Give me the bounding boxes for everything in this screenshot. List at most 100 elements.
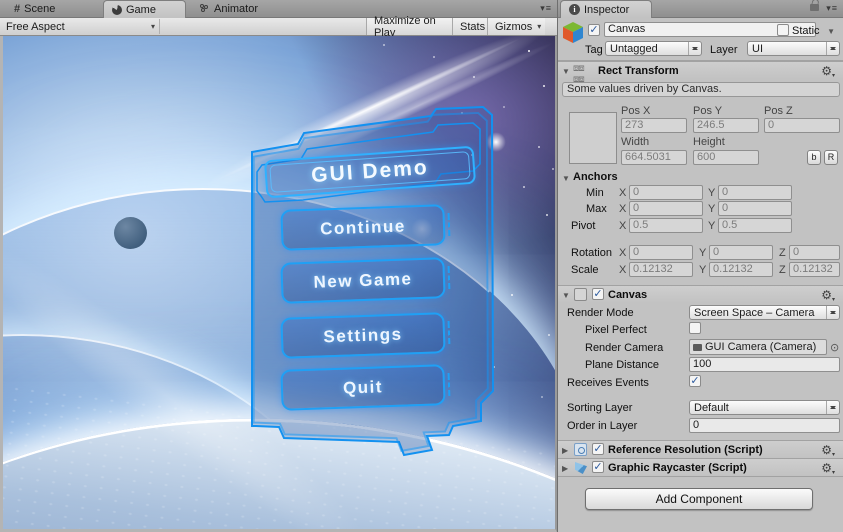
scale-z-field[interactable]: 0.12132 [789, 262, 840, 277]
max-label: Max [586, 203, 607, 215]
plane-distance-label: Plane Distance [585, 359, 659, 371]
active-checkbox[interactable] [588, 24, 600, 36]
gizmos-dropdown[interactable]: Gizmos ▾ [487, 18, 545, 35]
pos-z-label: Pos Z [764, 105, 793, 117]
add-component-button[interactable]: Add Component [585, 488, 813, 510]
width-field[interactable]: 664.5031 [621, 150, 687, 165]
menu-frame [251, 105, 495, 457]
pixel-perfect-label: Pixel Perfect [585, 324, 647, 336]
blueprint-mode-button[interactable]: b [807, 150, 821, 165]
gear-icon[interactable]: ⚙ [821, 64, 835, 79]
pos-x-label: Pos X [621, 105, 651, 117]
lock-icon[interactable] [810, 4, 819, 11]
render-mode-dropdown[interactable]: Screen Space – Camera [689, 305, 840, 320]
width-label: Width [621, 136, 650, 148]
foldout-collapsed-icon[interactable]: ▶ [562, 446, 568, 455]
tab-inspector[interactable]: i Inspector [560, 0, 652, 18]
anchor-max-x-field[interactable]: 0 [629, 201, 703, 216]
reference-resolution-header[interactable]: ▶ Reference Resolution (Script) ⚙ [558, 440, 843, 458]
layer-label: Layer [710, 44, 738, 56]
rotation-y-field[interactable]: 0 [709, 245, 773, 260]
pivot-x-field[interactable]: 0.5 [629, 218, 703, 233]
tab-animator[interactable]: Animator [192, 0, 266, 18]
foldout-icon[interactable]: ▼ [562, 291, 570, 300]
scale-y-field[interactable]: 0.12132 [709, 262, 773, 277]
anchor-max-y-field[interactable]: 0 [718, 201, 792, 216]
pos-x-field[interactable]: 273 [621, 118, 687, 133]
gear-icon[interactable]: ⚙ [821, 461, 835, 476]
canvas-component-header[interactable]: ▼ Canvas ⚙ [558, 285, 843, 303]
object-picker-icon[interactable]: ⊙ [830, 341, 839, 354]
gear-icon[interactable]: ⚙ [821, 288, 835, 303]
dropdown-arrows-icon [826, 42, 839, 55]
pos-y-field[interactable]: 246.5 [693, 118, 759, 133]
rotation-x-field[interactable]: 0 [629, 245, 693, 260]
pixel-perfect-checkbox[interactable] [689, 322, 701, 334]
pane-menu-icon[interactable]: ▾≡ [826, 3, 838, 14]
stats-button[interactable]: Stats [452, 18, 487, 35]
tag-dropdown[interactable]: Untagged [605, 41, 702, 56]
axis-y-label: Y [708, 220, 716, 232]
raw-mode-button[interactable]: R [824, 150, 838, 165]
receives-events-checkbox[interactable] [689, 375, 701, 387]
game-pane: # Scene Game Animator ▾≡ Free Aspect ▾ M… [0, 0, 557, 532]
sorting-layer-dropdown[interactable]: Default [689, 400, 840, 415]
rect-transform-title: Rect Transform [598, 65, 679, 77]
new-game-button[interactable]: New Game [280, 257, 446, 304]
dropdown-arrows-icon [826, 306, 839, 319]
axis-x-label: X [619, 247, 627, 259]
maximize-on-play-button[interactable]: Maximize on Play [366, 15, 452, 39]
anchors-label: Anchors [573, 171, 618, 183]
static-checkbox[interactable] [777, 24, 789, 36]
axis-y-label: Y [708, 187, 716, 199]
plane-distance-field[interactable]: 100 [689, 357, 840, 372]
continue-button[interactable]: Continue [280, 204, 446, 251]
canvas-driven-warning: Some values driven by Canvas. [562, 82, 840, 97]
axis-y-label: Y [699, 247, 707, 259]
canvas-enabled-checkbox[interactable] [592, 288, 604, 300]
graphic-raycaster-header[interactable]: ▶ Graphic Raycaster (Script) ⚙ [558, 458, 843, 476]
rotation-z-field[interactable]: 0 [789, 245, 840, 260]
gameobject-cube-icon[interactable] [562, 21, 584, 44]
order-in-layer-field[interactable]: 0 [689, 418, 840, 433]
graphic-raycaster-checkbox[interactable] [592, 461, 604, 473]
rect-transform-header[interactable]: ▼ ⧈⧈ ⧈⧈ Rect Transform ⚙ [558, 61, 843, 85]
anchors-foldout-icon[interactable]: ▼ [562, 174, 570, 183]
aspect-dropdown[interactable]: Free Aspect ▾ [2, 19, 160, 34]
canvas-component-icon [574, 288, 587, 301]
layer-dropdown[interactable]: UI [747, 41, 840, 56]
animator-icon [200, 4, 210, 14]
foldout-collapsed-icon[interactable]: ▶ [562, 464, 568, 473]
pivot-y-field[interactable]: 0.5 [718, 218, 792, 233]
axis-x-label: X [619, 187, 627, 199]
game-icon [112, 4, 122, 15]
pos-y-label: Pos Y [693, 105, 723, 117]
quit-button[interactable]: Quit [280, 364, 446, 411]
aspect-label: Free Aspect [6, 20, 65, 33]
tag-label: Tag [585, 44, 603, 56]
settings-button[interactable]: Settings [280, 312, 446, 359]
gear-icon[interactable]: ⚙ [821, 443, 835, 458]
static-dropdown-icon[interactable]: ▼ [827, 27, 835, 36]
pane-menu-icon[interactable]: ▾≡ [540, 3, 552, 14]
anchor-min-y-field[interactable]: 0 [718, 185, 792, 200]
height-field[interactable]: 600 [693, 150, 759, 165]
chevron-down-icon: ▾ [150, 22, 155, 31]
render-camera-object-field[interactable]: GUI Camera (Camera) [689, 339, 827, 355]
inspector-tabbar: i Inspector ▾≡ [558, 0, 843, 18]
reference-resolution-checkbox[interactable] [592, 443, 604, 455]
tab-game[interactable]: Game [103, 0, 186, 18]
height-label: Height [693, 136, 725, 148]
pos-z-field[interactable]: 0 [764, 118, 840, 133]
inspector-pane: i Inspector ▾≡ Canvas Static ▼ Tag Untag… [557, 0, 843, 532]
game-toolbar: Free Aspect ▾ Maximize on Play Stats Giz… [0, 15, 557, 39]
scale-x-field[interactable]: 0.12132 [629, 262, 693, 277]
anchor-min-x-field[interactable]: 0 [629, 185, 703, 200]
min-label: Min [586, 187, 604, 199]
axis-z-label: Z [779, 264, 786, 276]
anchor-preset-button[interactable] [569, 112, 617, 164]
tab-scene[interactable]: # Scene [6, 0, 63, 18]
foldout-icon[interactable]: ▼ [562, 67, 570, 76]
axis-y-label: Y [699, 264, 707, 276]
game-viewport: GUI Demo Continue New Game Settings Quit [0, 36, 557, 532]
